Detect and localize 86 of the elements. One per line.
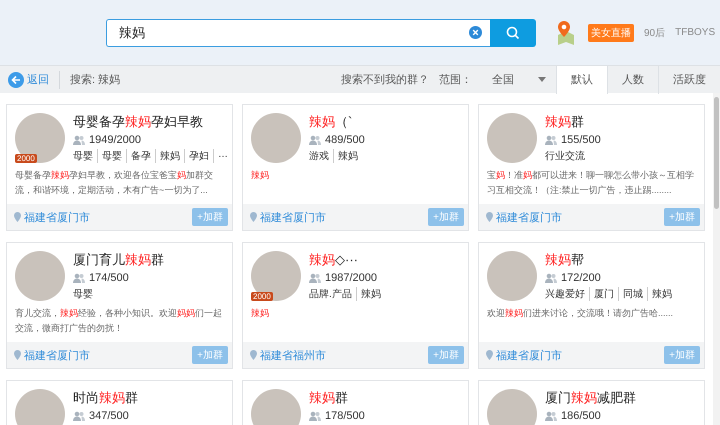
location-pin-icon (250, 350, 257, 360)
help-link[interactable]: 搜索不到我的群？ (341, 72, 429, 87)
members-icon (545, 273, 557, 283)
location-pin-icon (14, 212, 21, 222)
range-dropdown[interactable]: 全国 (472, 72, 556, 87)
group-name[interactable]: 辣妈（` (309, 113, 365, 131)
avatar-placeholder (15, 389, 65, 425)
search-query-label: 搜索: 辣妈 (70, 72, 120, 87)
member-count: 186/500 (561, 410, 601, 422)
member-limit-badge: 2000 (251, 292, 273, 301)
group-name[interactable]: 辣妈群 (545, 113, 601, 131)
group-description: 欢迎辣妈们进来讨论，交流哦！请勿广告哈...... (487, 307, 674, 320)
group-tag: 母婴 (97, 149, 126, 163)
avatar-placeholder (251, 251, 301, 301)
member-count: 347/500 (89, 410, 129, 422)
location-link[interactable]: 福建省厦门市 (14, 210, 90, 224)
member-count: 1949/2000 (89, 134, 141, 146)
group-description: 宝妈！准妈都可以进来！聊一聊怎么带小孩～互相学习互相交流！（注:禁止一切广告，违止踢........ (487, 169, 695, 197)
search-icon (506, 26, 520, 40)
group-name[interactable]: 辣妈◇··· (309, 251, 385, 269)
location-pin-icon (250, 212, 257, 222)
member-count: 172/200 (561, 272, 601, 284)
avatar-placeholder (487, 113, 537, 163)
group-description: 辣妈 (251, 307, 270, 320)
avatar-placeholder (487, 251, 537, 301)
group-description: 育儿交流，辣妈经验，各种小知识。欢迎妈妈们一起交流，微商打广告的勿扰！ (15, 307, 223, 335)
range-label: 范围： (439, 73, 472, 87)
member-count: 178/500 (325, 410, 365, 422)
group-tag: 游戏 (309, 149, 333, 163)
group-tag: 厦门 (589, 287, 618, 301)
group-tag: 母婴 (73, 149, 97, 163)
group-tag: 兴趣爱好 (545, 287, 589, 301)
group-tag: 母婴 (73, 287, 97, 301)
member-count: 489/500 (325, 134, 365, 146)
group-name[interactable]: 厦门育儿辣妈群 (73, 251, 164, 269)
search-button[interactable] (490, 18, 536, 46)
location-pin-icon (486, 350, 493, 360)
member-count: 174/500 (89, 272, 129, 284)
location-link[interactable]: 福建省厦门市 (14, 348, 90, 362)
group-tag: 品牌.产品 (309, 287, 356, 301)
members-icon (73, 273, 85, 283)
group-name[interactable]: 母婴备孕辣妈孕妇早教 (73, 113, 226, 131)
scrollbar[interactable] (713, 93, 720, 425)
sort-tab[interactable]: 人数 (607, 66, 658, 94)
members-icon (73, 411, 85, 421)
group-tag: 辣妈 (647, 287, 676, 301)
group-name[interactable]: 辣妈帮 (545, 251, 676, 269)
location-pin-icon (486, 212, 493, 222)
sort-tab[interactable]: 默认 (556, 66, 607, 94)
location-link[interactable]: 福建省厦门市 (250, 210, 326, 224)
group-tag: 孕妇 (184, 149, 213, 163)
group-tag: 同城 (618, 287, 647, 301)
group-description: 辣妈 (251, 169, 270, 182)
members-icon (545, 411, 557, 421)
members-icon (309, 273, 321, 283)
group-tag: 行业交流 (545, 149, 589, 163)
location-link[interactable]: 福建省厦门市 (486, 348, 562, 362)
group-name[interactable]: 辣妈群 (309, 389, 365, 407)
group-tag: … (213, 149, 232, 163)
group-description: 母婴备孕辣妈孕妇早教，欢迎各位宝爸宝妈加群交流，和谐环境，定期活动，木有广告~一切为了... (15, 169, 214, 197)
members-icon (309, 411, 321, 421)
members-icon (309, 135, 321, 145)
group-name[interactable]: 厦门辣妈减肥群 (545, 389, 636, 407)
avatar-placeholder (15, 113, 65, 163)
back-link[interactable]: 返回 (8, 70, 60, 88)
clear-icon[interactable] (469, 26, 482, 39)
group-name[interactable]: 时尚辣妈群 (73, 389, 138, 407)
member-count: 1987/2000 (325, 272, 377, 284)
avatar-placeholder (15, 251, 65, 301)
avatar-placeholder (251, 113, 301, 163)
group-tag: 辣妈 (356, 287, 385, 301)
location-link[interactable]: 福建省福州市 (250, 348, 326, 362)
avatar-placeholder (487, 389, 537, 425)
member-limit-badge: 2000 (15, 154, 37, 163)
members-icon (545, 135, 557, 145)
location-pin-icon (14, 350, 21, 360)
group-tag: 备孕 (126, 149, 155, 163)
member-count: 155/500 (561, 134, 601, 146)
avatar-placeholder (251, 389, 301, 425)
caret-icon (538, 77, 546, 82)
members-icon (73, 135, 85, 145)
search-box[interactable]: 辣妈 (106, 18, 490, 46)
group-tag: 辣妈 (155, 149, 184, 163)
search-field[interactable]: 辣妈 (117, 24, 469, 41)
location-link[interactable]: 福建省厦门市 (486, 210, 562, 224)
group-tag: 辣妈 (333, 149, 362, 163)
